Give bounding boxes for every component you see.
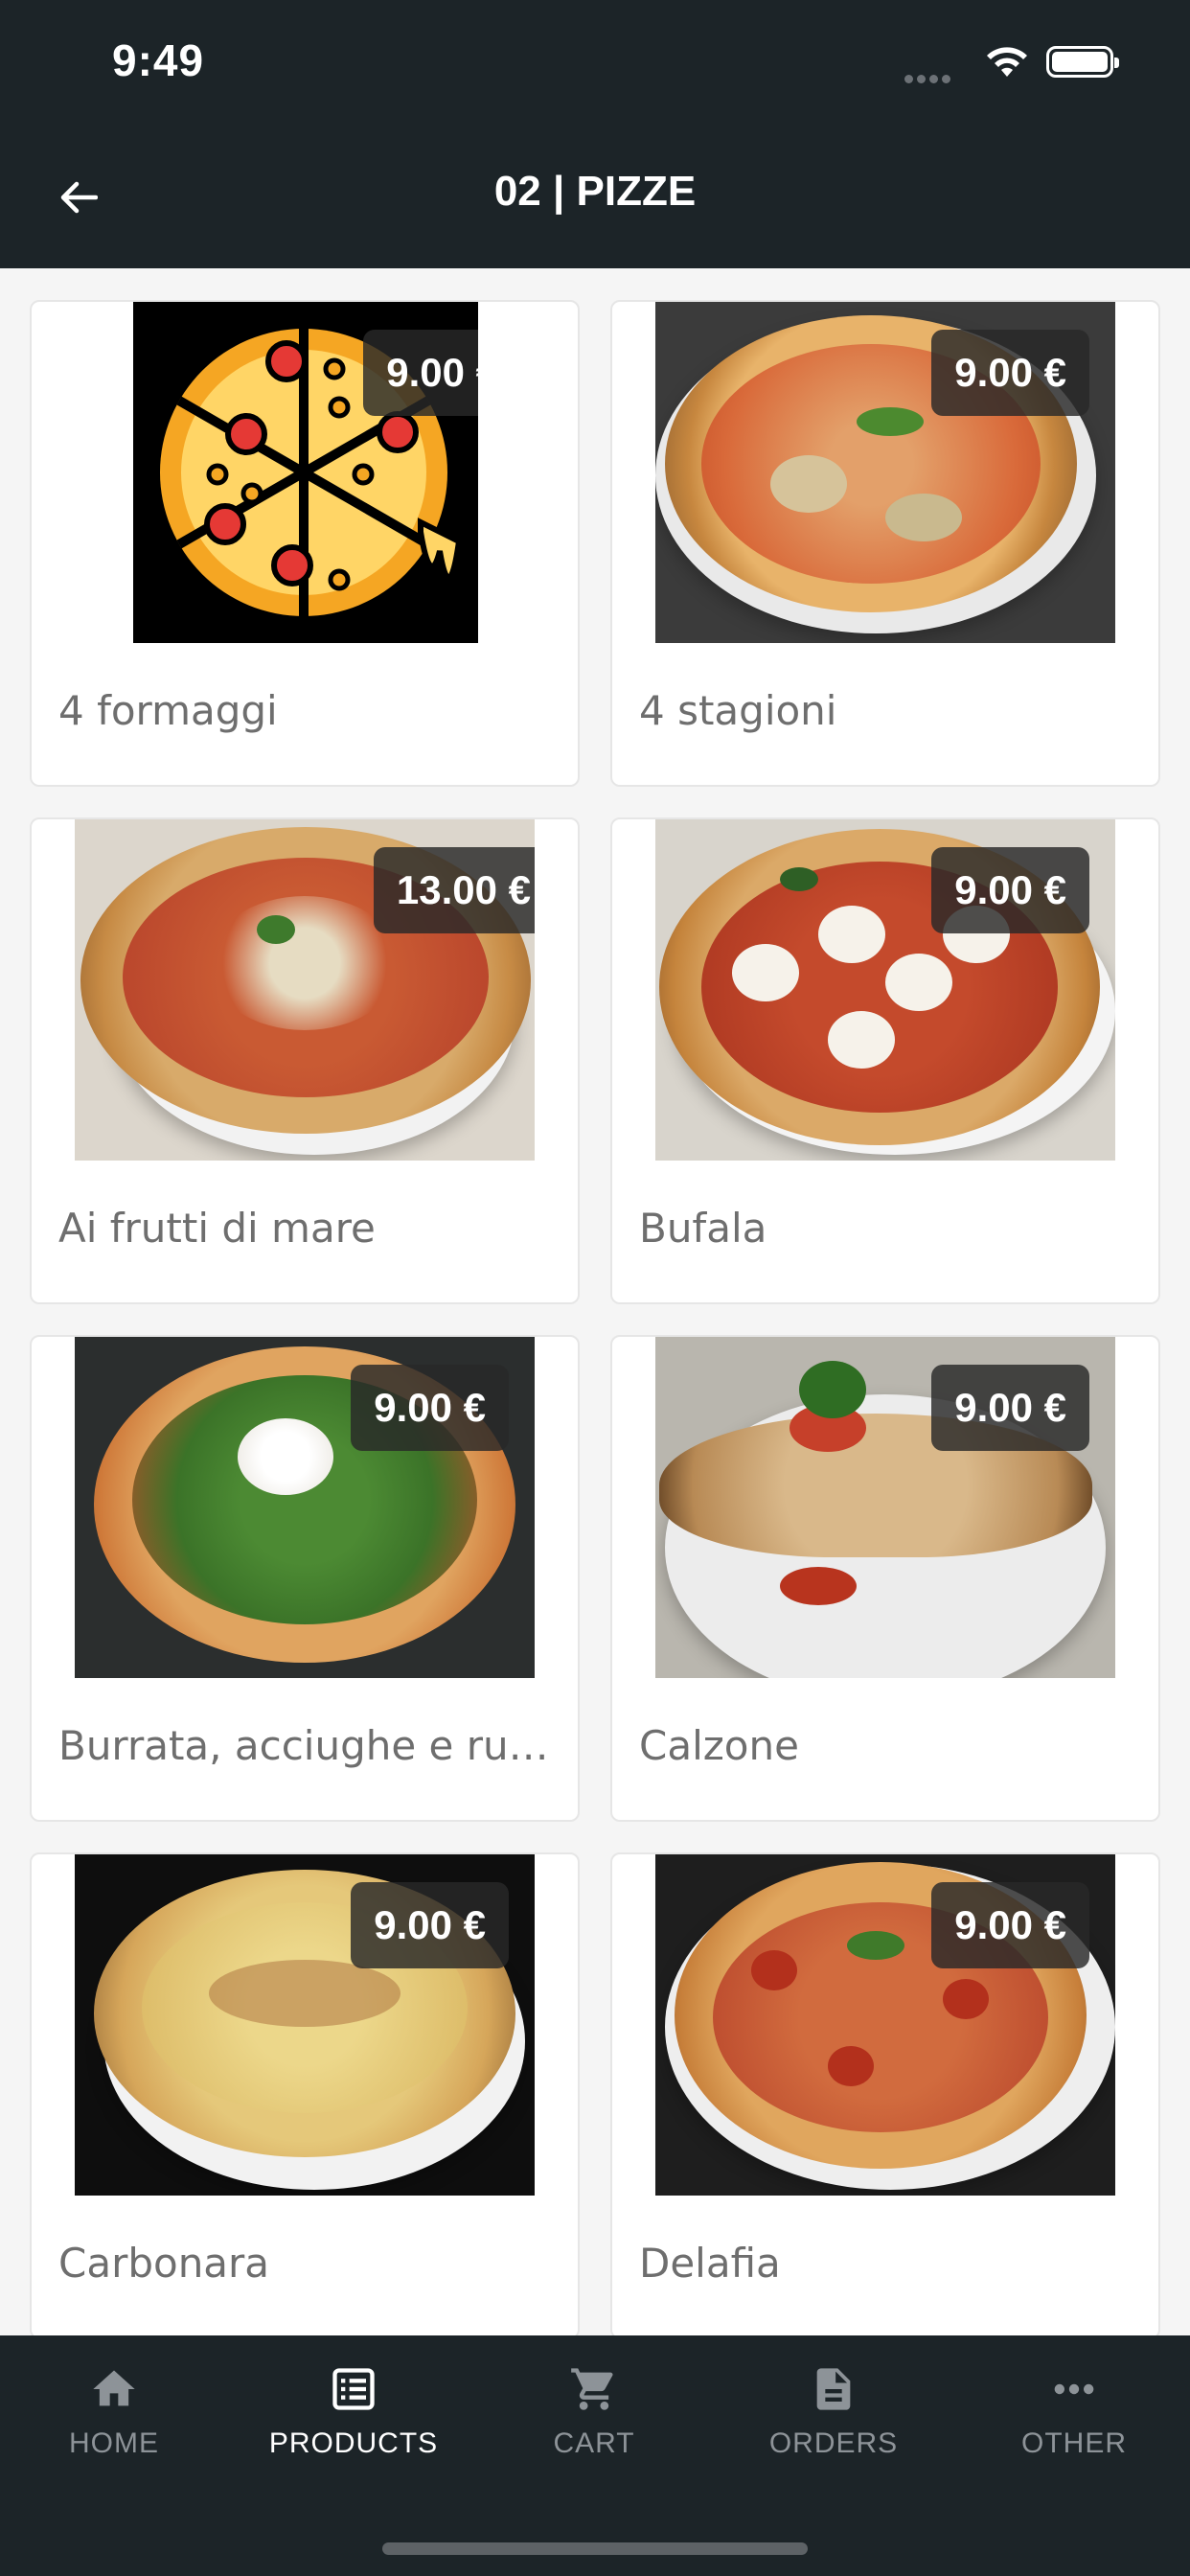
price-badge: 9.00 € — [351, 1365, 509, 1451]
product-card[interactable]: 9.00 € Delafia — [610, 1852, 1160, 2335]
product-card[interactable]: 9.00 € Bufala — [610, 817, 1160, 1304]
price-badge: 13.00 € — [373, 847, 535, 933]
product-grid: 9.00 € 4 formaggi 9.00 € 4 stagioni — [0, 268, 1190, 2335]
price-badge: 9.00 € — [351, 1882, 509, 1968]
product-card[interactable]: 9.00 € Carbonara — [30, 1852, 580, 2335]
product-card[interactable]: 9.00 € 4 formaggi — [30, 300, 580, 787]
product-image: 9.00 € — [655, 1854, 1115, 2196]
nav-cart[interactable]: CART — [498, 2364, 690, 2470]
product-image: 9.00 € — [133, 302, 478, 643]
price-badge: 9.00 € — [931, 847, 1089, 933]
nav-products[interactable]: PRODUCTS — [258, 2364, 449, 2470]
battery-icon — [1046, 46, 1119, 78]
document-icon — [816, 2368, 851, 2410]
page-title: 02 | PIZZE — [493, 168, 697, 215]
price-badge: 9.00 € — [931, 330, 1089, 416]
product-image: 9.00 € — [655, 819, 1115, 1161]
status-indicators — [904, 42, 1134, 83]
product-image: 9.00 € — [75, 1854, 535, 2196]
product-card[interactable]: 13.00 € Ai frutti di mare — [30, 817, 580, 1304]
product-name: 4 formaggi — [58, 687, 278, 734]
nav-other[interactable]: OTHER — [978, 2364, 1170, 2470]
product-image: 9.00 € — [655, 302, 1115, 643]
product-card[interactable]: 9.00 € 4 stagioni — [610, 300, 1160, 787]
product-name: Ai frutti di mare — [58, 1205, 376, 1252]
product-image: 13.00 € — [75, 819, 535, 1161]
product-name: Bufala — [639, 1205, 767, 1252]
wifi-icon — [987, 47, 1027, 77]
product-name: 4 stagioni — [639, 687, 837, 734]
status-time: 9:49 — [112, 35, 205, 85]
cart-icon — [571, 2368, 613, 2410]
list-icon — [332, 2368, 375, 2410]
product-name: Carbonara — [58, 2240, 270, 2287]
nav-home[interactable]: HOME — [18, 2364, 210, 2470]
product-name: Burrata, acciughe e rucola — [58, 1722, 559, 1769]
signal-icon — [904, 69, 954, 87]
product-image: 9.00 € — [655, 1337, 1115, 1678]
nav-products-label: PRODUCTS — [268, 2427, 439, 2459]
product-name: Delafia — [639, 2240, 781, 2287]
price-badge: 9.00 € — [931, 1365, 1089, 1451]
price-badge: 9.00 € — [363, 330, 478, 416]
product-card[interactable]: 9.00 € Burrata, acciughe e rucola — [30, 1335, 580, 1822]
nav-orders[interactable]: ORDERS — [738, 2364, 929, 2470]
home-indicator — [382, 2542, 808, 2555]
nav-orders-label: ORDERS — [768, 2427, 899, 2459]
bottom-navigation: HOME PRODUCTS CART ORDERS OTHER — [0, 2335, 1190, 2576]
product-name: Calzone — [639, 1722, 799, 1769]
more-icon — [1054, 2383, 1094, 2395]
nav-other-label: OTHER — [1021, 2427, 1127, 2459]
price-badge: 9.00 € — [931, 1882, 1089, 1968]
home-icon — [93, 2370, 135, 2406]
app-header: 9:49 02 | PIZZE — [0, 0, 1190, 268]
product-image: 9.00 € — [75, 1337, 535, 1678]
product-card[interactable]: 9.00 € Calzone — [610, 1335, 1160, 1822]
nav-home-label: HOME — [69, 2427, 159, 2459]
nav-cart-label: CART — [553, 2427, 635, 2459]
